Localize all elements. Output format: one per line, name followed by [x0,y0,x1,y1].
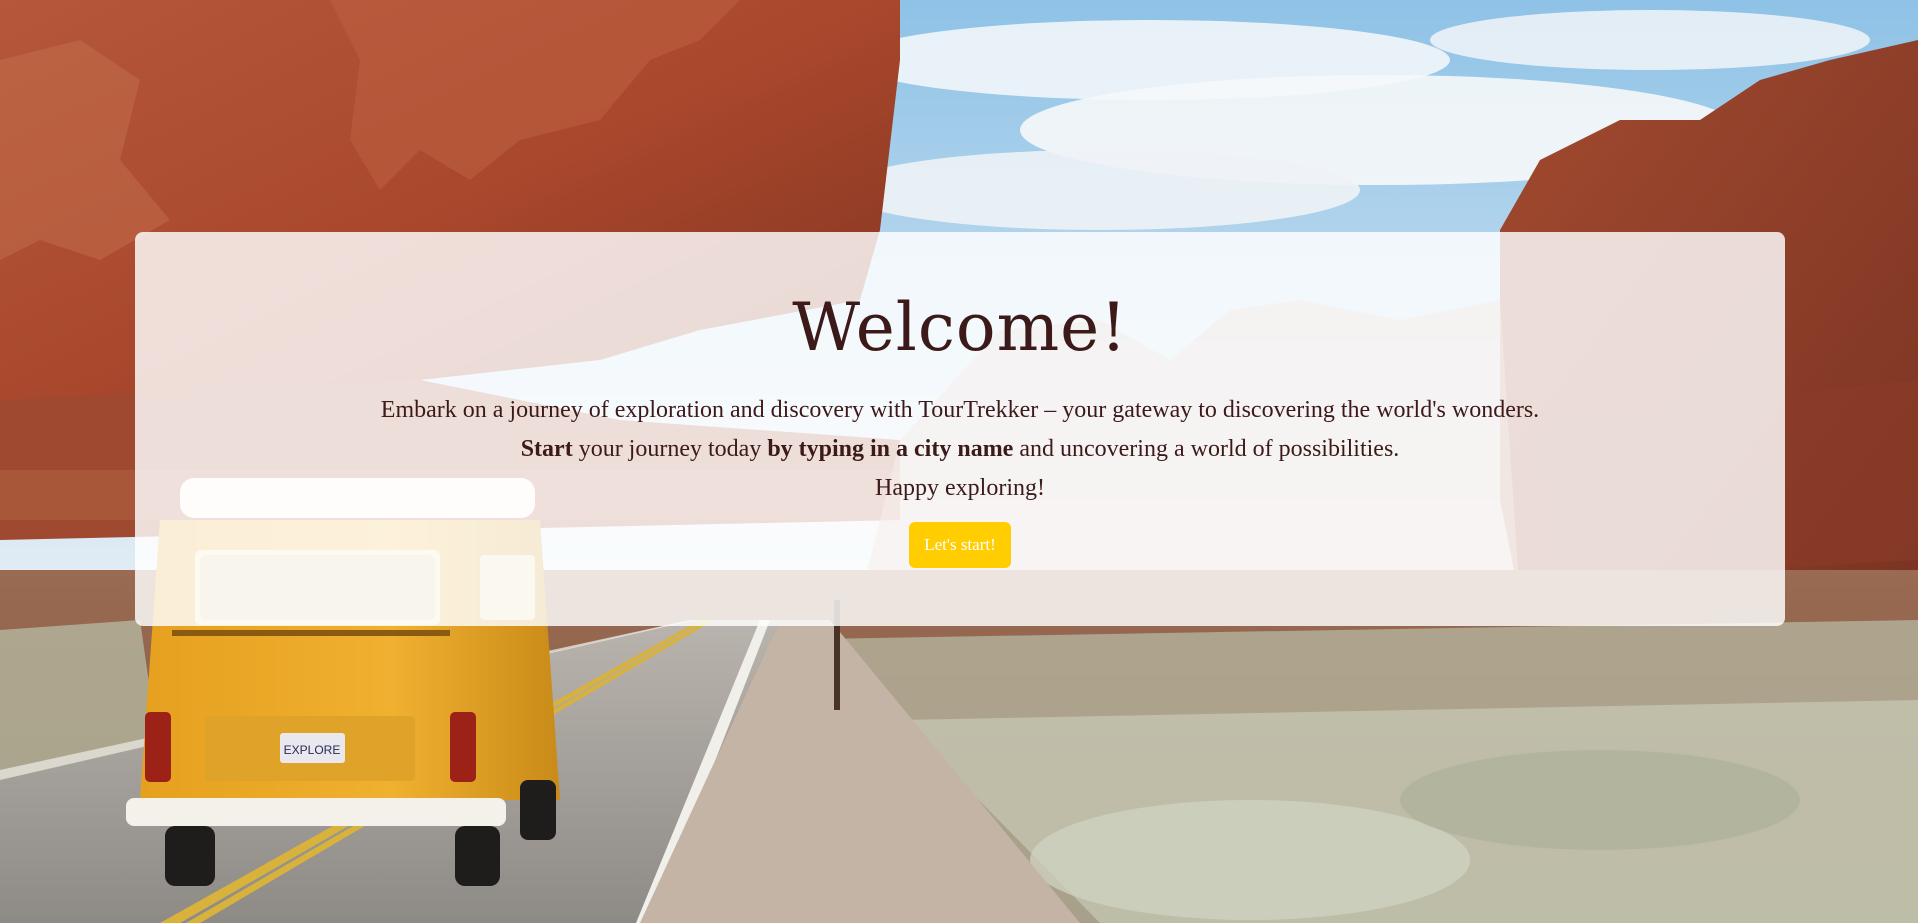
welcome-title: Welcome! [792,289,1128,366]
welcome-description: Embark on a journey of exploration and d… [135,391,1785,508]
hero-section: EXPLORE Welcome! Embark on a journey of … [0,0,1918,923]
welcome-panel: Welcome! Embark on a journey of explorat… [135,232,1785,626]
city-name-emphasis: by typing in a city name [767,436,1014,462]
journey-text: your journey today [572,436,768,462]
possibilities-text: and uncovering a world of possibilities. [1013,436,1400,462]
license-plate-text: EXPLORE [284,743,341,757]
intro-line: Embark on a journey of exploration and d… [380,397,1540,423]
happy-exploring-text: Happy exploring! [875,475,1045,501]
lets-start-button[interactable]: Let's start! [909,522,1011,568]
start-emphasis: Start [520,436,573,462]
